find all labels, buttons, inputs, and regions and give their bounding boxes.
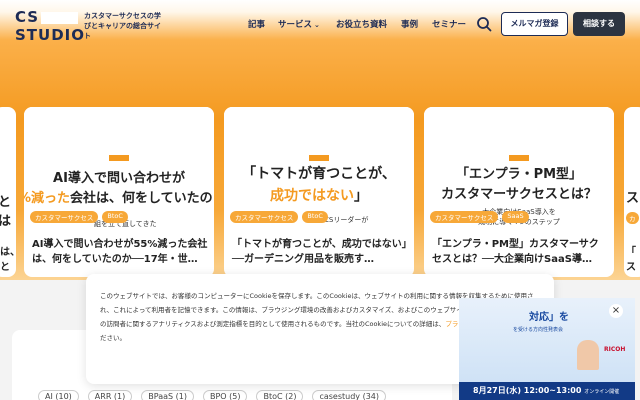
- logo-cs: CS: [15, 8, 40, 26]
- seminar-promo-banner[interactable]: 対応」を を受ける方向性発表会 RICOH 8月27日(水) 12:00~13:…: [459, 298, 635, 400]
- card-title: 「エンプラ・PM型」カスタマーサクセスとは？──大企業向けSaaS導…: [432, 239, 599, 265]
- thumbnail-title-line2: 成功ではない」: [224, 185, 414, 205]
- site-header: CS STUDIO カスタマーサクセスの学びとキャリアの総合サイト 記事 サービ…: [0, 0, 640, 50]
- close-icon[interactable]: ×: [609, 304, 623, 318]
- filter-tag[interactable]: AI (10): [38, 390, 79, 400]
- article-card[interactable]: AI導入で問い合わせが %減った会社は、何をしていたの 組を立て直してきた カス…: [24, 107, 214, 277]
- thumbnail-title-line1: 「エンプラ・PM型」: [455, 167, 583, 182]
- nav-articles[interactable]: 記事: [248, 18, 265, 30]
- nav-case-studies[interactable]: 事例: [401, 18, 418, 30]
- filter-tag[interactable]: BtoC (2): [256, 390, 304, 400]
- nav-resources[interactable]: お役立ち資料: [336, 18, 387, 30]
- tag-customer-success[interactable]: カスタマーサクセス: [30, 211, 99, 223]
- filter-tag[interactable]: BPO (5): [202, 390, 248, 400]
- newsletter-signup-button[interactable]: メルマガ登録: [501, 12, 568, 36]
- edge-right-text2: ス: [626, 262, 636, 273]
- tag-btoc[interactable]: BtoC: [302, 211, 328, 223]
- nav-services-label: サービス: [278, 20, 313, 30]
- tag-customer-success[interactable]: カスタマーサクセス: [230, 211, 299, 223]
- thumbnail-title-rest: 会社は、何をしていたの: [70, 191, 213, 206]
- site-tagline: カスタマーサクセスの学びとキャリアの総合サイト: [84, 12, 161, 40]
- edge-right-tag: カ: [626, 212, 639, 224]
- tag-saas[interactable]: SaaS: [502, 211, 529, 223]
- nav-seminars[interactable]: セミナー: [432, 18, 466, 30]
- thumbnail-accent-bar: [309, 155, 329, 161]
- filter-tag[interactable]: ARR (1): [87, 390, 133, 400]
- thumbnail-title-line1: AI導入で問い合わせが: [53, 171, 185, 186]
- thumbnail-title-line2: カスタマーサクセスとは？: [441, 187, 597, 202]
- article-card-partial-right[interactable]: ス カ 「 ス: [624, 107, 640, 277]
- thumbnail-accent-bar: [509, 155, 529, 161]
- edge-left-text2: と: [0, 262, 10, 273]
- nav-services[interactable]: サービス ⌄: [278, 18, 320, 30]
- banner-date-note: オンライン開催: [584, 389, 620, 395]
- thumbnail-accent-bar: [109, 155, 129, 161]
- card-tags: カスタマーサクセス BtoC: [30, 211, 128, 223]
- card-thumbnail: AI導入で問い合わせが %減った会社は、何をしていたの 組を立て直してきた: [24, 107, 214, 228]
- card-title: AI導入で問い合わせが55%減った会社は、何をしていたのか──17年・世…: [32, 239, 208, 265]
- filter-tag[interactable]: BPaaS (1): [141, 390, 194, 400]
- banner-date: 8月27日(水) 12:00~13:00 オンライン開催: [459, 382, 635, 400]
- chevron-down-icon: ⌄: [314, 21, 320, 29]
- thumbnail-title-accent: %減った: [24, 191, 71, 206]
- consult-button[interactable]: 相談する: [573, 12, 625, 36]
- tag-filter-list: AI (10) ARR (1) BPaaS (1) BPO (5) BtoC (…: [38, 390, 386, 400]
- article-card[interactable]: 「エンプラ・PM型」 カスタマーサクセスとは？ 大企業向けSaaS導入を 成功に…: [424, 107, 614, 277]
- sponsor-logo: RICOH: [604, 346, 626, 353]
- banner-subtitle: を受ける方向性発表会: [513, 327, 564, 333]
- speaker-photo: [577, 340, 599, 370]
- card-thumbnail: 「エンプラ・PM型」 カスタマーサクセスとは？ 大企業向けSaaS導入を 成功に…: [424, 107, 614, 226]
- logo-studio: STUDIO: [15, 26, 85, 44]
- thumbnail-title-accent: 成功ではない: [270, 188, 354, 204]
- tag-customer-success[interactable]: カスタマーサクセス: [430, 211, 499, 223]
- card-thumbnail: 「トマトが育つことが、 成功ではない」 するCSリーダーが: [224, 107, 414, 224]
- site-logo[interactable]: CS STUDIO: [15, 8, 84, 46]
- card-tags: カスタマーサクセス BtoC: [230, 211, 328, 223]
- edge-right-title: ス: [626, 191, 640, 206]
- thumbnail-title-line2: %減った会社は、何をしていたの: [24, 187, 213, 206]
- article-card-partial-left[interactable]: とは は、 と: [0, 107, 16, 277]
- card-tags: カスタマーサクセス SaaS: [430, 211, 529, 223]
- tag-btoc[interactable]: BtoC: [102, 211, 128, 223]
- banner-date-text: 8月27日(水) 12:00~13:00: [473, 386, 582, 395]
- logo-white-block: [41, 12, 78, 24]
- banner-title: 対応」を: [529, 312, 569, 323]
- edge-left-title: とは: [0, 195, 12, 229]
- thumbnail-title-line1: 「トマトが育つことが、: [242, 166, 396, 182]
- search-icon[interactable]: [476, 16, 492, 32]
- edge-right-text: 「: [626, 247, 636, 258]
- filter-tag[interactable]: casestudy (34): [312, 390, 386, 400]
- article-card[interactable]: 「トマトが育つことが、 成功ではない」 するCSリーダーが カスタマーサクセス …: [224, 107, 414, 277]
- card-title: 「トマトが育つことが、成功ではない」──ガーデニング用品を販売す…: [232, 239, 407, 265]
- thumbnail-title-rest: 」: [354, 188, 368, 204]
- edge-left-text: は、: [0, 247, 16, 258]
